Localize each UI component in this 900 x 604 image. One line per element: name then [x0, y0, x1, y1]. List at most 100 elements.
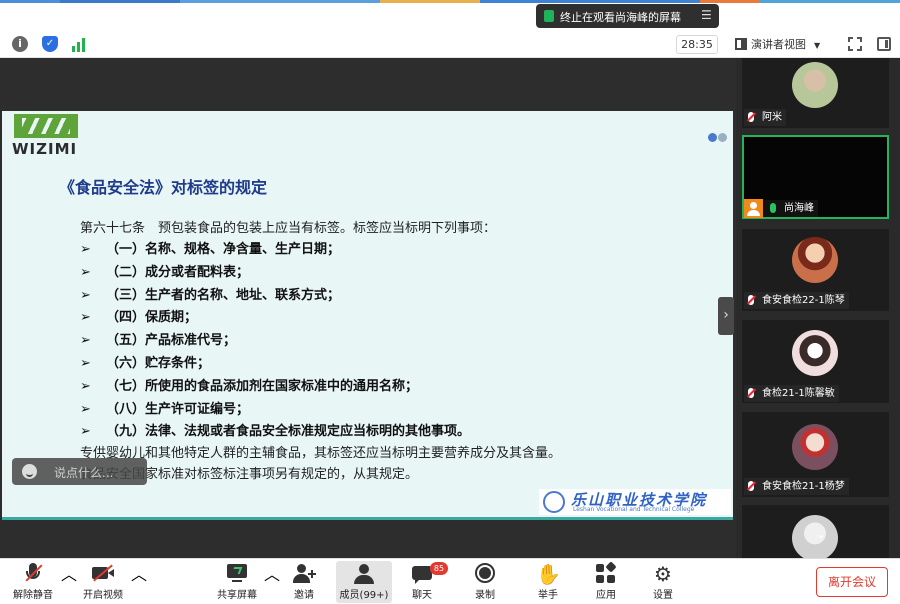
bullet-arrow-icon: ➢	[80, 310, 91, 326]
slide-list-item-text: （六）贮存条件；	[106, 355, 211, 371]
mic-muted-icon	[748, 481, 754, 491]
chevron-down-icon[interactable]: ⌄	[810, 527, 832, 543]
participant-name-tag: 食安食检22-1陈琴	[744, 292, 849, 309]
participant-tile[interactable]: 食检21-1陈馨敏	[742, 320, 889, 403]
start-video-label: 开启视频	[83, 590, 123, 601]
avatar	[792, 330, 838, 376]
slide-list-item-text: （四）保质期；	[106, 310, 198, 326]
shield-icon[interactable]: ✓	[42, 36, 58, 52]
apps-label: 应用	[596, 590, 616, 601]
participant-name: 阿米	[762, 112, 782, 123]
slide-list-item: ➢ （四）保质期；	[80, 307, 470, 330]
members-label: 成员(99+)	[339, 590, 389, 601]
wizimi-logo: WIZIMI	[12, 114, 82, 158]
members-icon	[352, 563, 376, 585]
slide-list-item-text: （二）成分或者配料表；	[106, 264, 250, 280]
record-icon	[473, 563, 497, 585]
hamburger-icon[interactable]: ☰	[701, 8, 712, 22]
slide-list-item: ➢ （六）贮存条件；	[80, 353, 470, 376]
slide-list-item-text: （一）名称、规格、净含量、生产日期；	[106, 242, 341, 257]
slide-list-item: ➢ （九）法律、法规或者食品安全标准规定应当标明的其他事项。	[80, 421, 470, 444]
slide-list-item-text: （八）生产许可证编号；	[106, 401, 250, 417]
gear-icon: ⚙	[654, 562, 672, 586]
apps-button[interactable]: 应用	[584, 561, 628, 603]
chevron-up-icon[interactable]: ︿	[264, 561, 280, 603]
slide-list-item-text: （五）产品标准代号；	[106, 333, 237, 349]
members-button[interactable]: 成员(99+)	[336, 561, 392, 603]
screen-share-banner[interactable]: 终止在观看尚海峰的屏幕 ☰	[536, 4, 719, 28]
meeting-toolbar: i ✓ 28:35 演讲者视图 ▼	[0, 31, 900, 58]
emoji-icon[interactable]	[22, 464, 37, 479]
slide-list-item: ➢ （一）名称、规格、净含量、生产日期；	[80, 239, 470, 262]
invite-label: 邀请	[294, 590, 314, 601]
raise-hand-button[interactable]: ✋ 举手	[526, 561, 570, 603]
view-mode-label: 演讲者视图	[751, 38, 806, 51]
share-screen-button[interactable]: 共享屏幕	[212, 561, 262, 603]
slide-intro: 第六十七条 预包装食品的包装上应当有标签。标签应当标明下列事项：	[80, 221, 497, 236]
slide-list-item: ➢ （三）生产者的名称、地址、联系方式；	[80, 285, 470, 308]
fullscreen-icon[interactable]	[848, 37, 862, 51]
mic-muted-icon	[748, 295, 754, 305]
avatar	[792, 424, 838, 470]
participant-name-tag: 食安食检21-1杨梦	[744, 478, 849, 495]
slide-toggle-icon	[708, 132, 728, 144]
camera-off-icon	[91, 563, 115, 585]
settings-label: 设置	[653, 590, 673, 601]
avatar	[792, 62, 838, 108]
apps-icon	[594, 561, 618, 585]
participant-name: 食检21-1陈馨敏	[762, 388, 835, 399]
collapse-sidebar-button[interactable]: ›	[718, 297, 734, 335]
invite-button[interactable]: 邀请	[282, 561, 326, 603]
slide-list-item-text: （三）生产者的名称、地址、联系方式；	[106, 287, 341, 303]
record-label: 录制	[475, 590, 495, 601]
meeting-window: 终止在观看尚海峰的屏幕 ☰ i ✓ 28:35 演讲者视图 ▼ WIZIMI 《…	[0, 0, 900, 604]
college-seal-icon	[543, 491, 565, 513]
meeting-timer: 28:35	[676, 35, 718, 54]
settings-button[interactable]: ⚙ 设置	[641, 561, 685, 603]
logo-text: WIZIMI	[12, 140, 78, 158]
chevron-down-icon: ▼	[814, 41, 821, 50]
slide-item-list: ➢ （一）名称、规格、净含量、生产日期； ➢ （二）成分或者配料表； ➢ （三）生产者的名…	[80, 239, 470, 444]
chevron-up-icon[interactable]: ︿	[61, 561, 77, 603]
chat-input-placeholder: 说点什么...	[54, 466, 114, 480]
mic-muted-icon	[21, 563, 45, 585]
leave-meeting-button[interactable]: 离开会议	[816, 567, 888, 597]
participant-name: 尚海峰	[784, 203, 814, 214]
unmute-button[interactable]: 解除静音	[8, 561, 58, 603]
record-button[interactable]: 录制	[463, 561, 507, 603]
slide-list-item-text: （七）所使用的食品添加剂在国家标准中的通用名称；	[106, 378, 419, 394]
mic-muted-icon	[748, 112, 754, 122]
bullet-arrow-icon: ➢	[80, 401, 91, 417]
bullet-arrow-icon: ➢	[80, 264, 91, 280]
participant-tile[interactable]: 食安食检22-1陈琴	[742, 229, 889, 311]
college-name-en: Leshan Vocational and Technical College	[573, 506, 695, 513]
logo-mark	[14, 114, 78, 138]
layout-icon[interactable]	[877, 37, 891, 51]
start-video-button[interactable]: 开启视频	[78, 561, 128, 603]
chevron-up-icon[interactable]: ︿	[131, 561, 147, 603]
participant-tile[interactable]: 食安食检21-1杨梦	[742, 412, 889, 497]
share-screen-label: 共享屏幕	[217, 590, 257, 601]
info-icon[interactable]: i	[12, 36, 28, 52]
participant-name-tag: 食检21-1陈馨敏	[744, 385, 839, 402]
raise-hand-label: 举手	[538, 590, 558, 601]
slide-list-item: ➢ （五）产品标准代号；	[80, 330, 470, 353]
avatar	[792, 237, 838, 283]
share-screen-icon	[225, 563, 249, 585]
slide-title: 《食品安全法》对标签的规定	[59, 178, 268, 197]
signal-icon[interactable]	[71, 36, 87, 52]
slide-extra-line: 专供婴幼儿和其他特定人群的主辅食品，其标签还应当标明主要营养成分及其含量。	[80, 446, 562, 461]
mic-active-icon	[770, 203, 776, 213]
bullet-arrow-icon: ➢	[80, 355, 91, 371]
participant-tile[interactable]: 阿米	[742, 58, 889, 128]
college-logo: 乐山职业技术学院 Leshan Vocational and Technical…	[539, 489, 731, 515]
chat-input-pill[interactable]: 说点什么...	[12, 458, 147, 485]
view-mode-dropdown[interactable]: 演讲者视图 ▼	[735, 35, 820, 54]
chat-icon: 85	[410, 562, 448, 585]
participant-name: 食安食检21-1杨梦	[762, 481, 845, 492]
person-icon	[744, 199, 763, 218]
participant-tile-active-speaker[interactable]: 尚海峰	[742, 135, 889, 219]
title-bar: 终止在观看尚海峰的屏幕 ☰	[0, 3, 900, 31]
chat-label: 聊天	[412, 590, 432, 601]
chat-button[interactable]: 85 聊天	[400, 561, 448, 603]
